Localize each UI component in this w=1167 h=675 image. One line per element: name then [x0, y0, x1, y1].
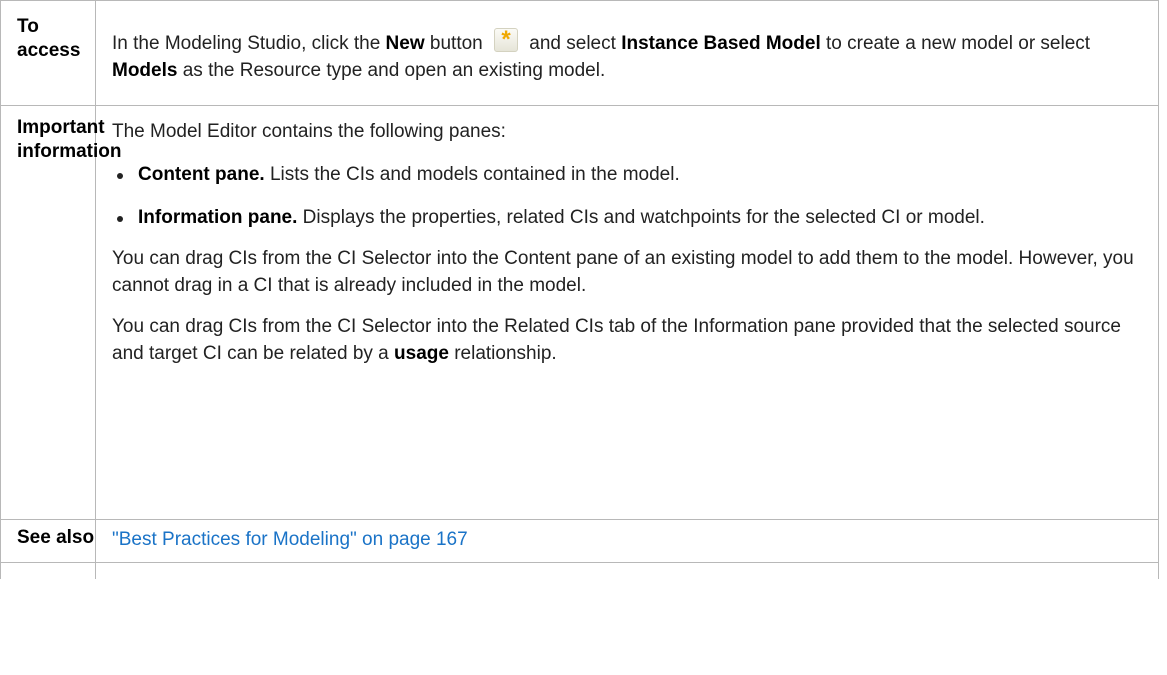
usage-term: usage [394, 343, 449, 364]
row-trailing [0, 562, 1159, 579]
to-access-content: In the Modeling Studio, click the New bu… [95, 0, 1159, 106]
to-access-label: To access [0, 0, 96, 106]
access-text-4: to create a new model or select [820, 33, 1091, 54]
list-item: Content pane. Lists the CIs and models c… [112, 161, 1140, 188]
new-asterisk-icon: * [494, 26, 519, 53]
best-practices-link[interactable]: "Best Practices for Modeling" on page 16… [112, 529, 468, 550]
trailing-cell-right [95, 562, 1159, 579]
access-text-1: In the Modeling Studio, click the [112, 33, 386, 54]
bullet-text: Displays the properties, related CIs and… [297, 207, 985, 228]
row-see-also: See also "Best Practices for Modeling" o… [0, 519, 1159, 563]
access-text-3: and select [524, 33, 622, 54]
see-also-label: See also [0, 519, 96, 563]
row-to-access: To access In the Modeling Studio, click … [0, 0, 1159, 106]
bullet-title: Information pane. [138, 207, 298, 228]
para2-text-c: relationship. [448, 343, 557, 364]
new-button-ref: New [385, 33, 425, 54]
list-item: Information pane. Displays the propertie… [112, 204, 1140, 231]
para2-text-a: You can drag CIs from the CI Selector in… [112, 316, 1121, 364]
info-table: To access In the Modeling Studio, click … [0, 0, 1159, 579]
access-text-5: as the Resource type and open an existin… [177, 60, 606, 81]
panes-list: Content pane. Lists the CIs and models c… [112, 161, 1140, 231]
bullet-icon [117, 216, 123, 222]
see-also-content: "Best Practices for Modeling" on page 16… [95, 519, 1159, 563]
bullet-icon [117, 173, 123, 179]
trailing-cell-left [0, 562, 96, 579]
instance-based-model-ref: Instance Based Model [621, 33, 821, 54]
important-information-label: Important information [0, 105, 122, 520]
models-ref: Models [112, 60, 178, 81]
important-information-content: The Model Editor contains the following … [95, 105, 1159, 520]
bullet-title: Content pane. [138, 164, 265, 185]
row-important-information: Important information The Model Editor c… [0, 105, 1159, 520]
panes-intro: The Model Editor contains the following … [112, 121, 506, 142]
drag-related-paragraph: You can drag CIs from the CI Selector in… [112, 313, 1140, 367]
drag-content-paragraph: You can drag CIs from the CI Selector in… [112, 248, 1134, 296]
access-text-2: button [424, 33, 489, 54]
bullet-text: Lists the CIs and models contained in th… [264, 164, 680, 185]
